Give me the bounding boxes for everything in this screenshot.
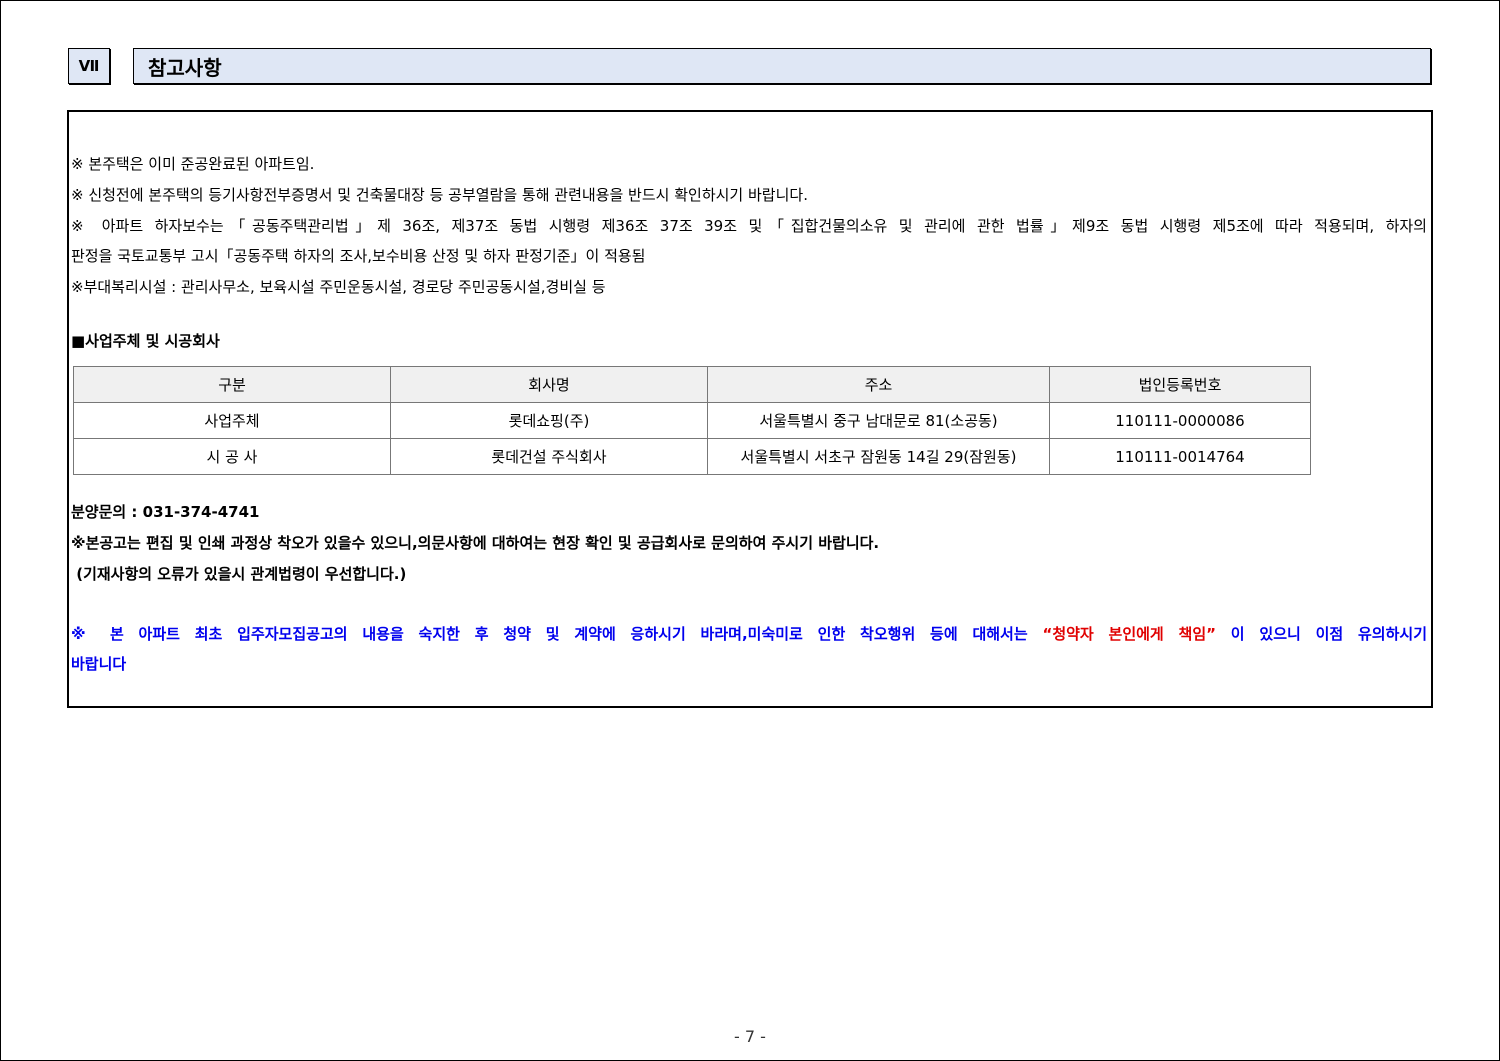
note-line-4: 판정을 국토교통부 고시「공동주택 하자의 조사,보수비용 산정 및 하자 판정…	[71, 247, 646, 265]
note-line-5: ※부대복리시설 : 관리사무소, 보육시설 주민운동시설, 경로당 주민공동시설…	[71, 278, 606, 296]
cell-company-name: 롯데쇼핑(주)	[390, 402, 708, 439]
header-cell-category: 구분	[73, 366, 391, 403]
table-row: 사업주체 롯데쇼핑(주) 서울특별시 중구 남대문로 81(소공동) 11011…	[73, 402, 1311, 439]
contact-phone: 분양문의 : 031-374-4741	[71, 503, 260, 521]
note-line-3: ※ 아파트 하자보수는「공동주택관리법」제 36조, 제37조 동법 시행령 제…	[71, 217, 1427, 235]
note-line-2: ※ 신청전에 본주택의 등기사항전부증명서 및 건축물대장 등 공부열람을 통해…	[71, 186, 808, 204]
cell-registration-number: 110111-0000086	[1049, 402, 1311, 439]
page-number: - 7 -	[734, 1027, 766, 1046]
notice-text-part-1: ※ 본 아파트 최초 입주자모집공고의 내용을 숙지한 후 청약 및 계약에 응…	[71, 625, 1028, 643]
cell-category: 시 공 사	[73, 438, 391, 475]
disclaimer-line-2: (기재사항의 오류가 있을시 관계법령이 우선합니다.)	[71, 565, 407, 583]
header-cell-address: 주소	[707, 366, 1050, 403]
cell-category: 사업주체	[73, 402, 391, 439]
section-header: 참고사항	[133, 48, 1431, 84]
note-line-1: ※ 본주택은 이미 준공완료된 아파트임.	[71, 155, 315, 173]
notice-line-2: 바랍니다	[71, 655, 127, 673]
section-title: 참고사항	[148, 55, 222, 80]
notice-text-part-2: 이 있으니 이점 유의하시기	[1230, 625, 1427, 643]
table-row: 시 공 사 롯데건설 주식회사 서울특별시 서초구 잠원동 14길 29(잠원동…	[73, 438, 1311, 475]
reference-content-box: ※ 본주택은 이미 준공완료된 아파트임. ※ 신청전에 본주택의 등기사항전부…	[67, 110, 1433, 708]
header-cell-company-name: 회사명	[390, 366, 708, 403]
cell-company-name: 롯데건설 주식회사	[390, 438, 708, 475]
companies-heading: ■사업주체 및 시공회사	[71, 332, 220, 350]
notice-line-1: ※ 본 아파트 최초 입주자모집공고의 내용을 숙지한 후 청약 및 계약에 응…	[71, 624, 1427, 644]
cell-address: 서울특별시 중구 남대문로 81(소공동)	[707, 402, 1050, 439]
table-header-row: 구분 회사명 주소 법인등록번호	[73, 366, 1311, 403]
notice-highlight: “청약자 본인에게 책임”	[1042, 625, 1216, 643]
header-cell-registration-number: 법인등록번호	[1049, 366, 1311, 403]
cell-address: 서울특별시 서초구 잠원동 14길 29(잠원동)	[707, 438, 1050, 475]
companies-table: 구분 회사명 주소 법인등록번호 사업주체 롯데쇼핑(주) 서울특별시 중구 남…	[73, 366, 1311, 475]
disclaimer-line-1: ※본공고는 편집 및 인쇄 과정상 착오가 있을수 있으니,의문사항에 대하여는…	[71, 534, 880, 552]
section-number-badge: Ⅶ	[68, 48, 110, 84]
cell-registration-number: 110111-0014764	[1049, 438, 1311, 475]
